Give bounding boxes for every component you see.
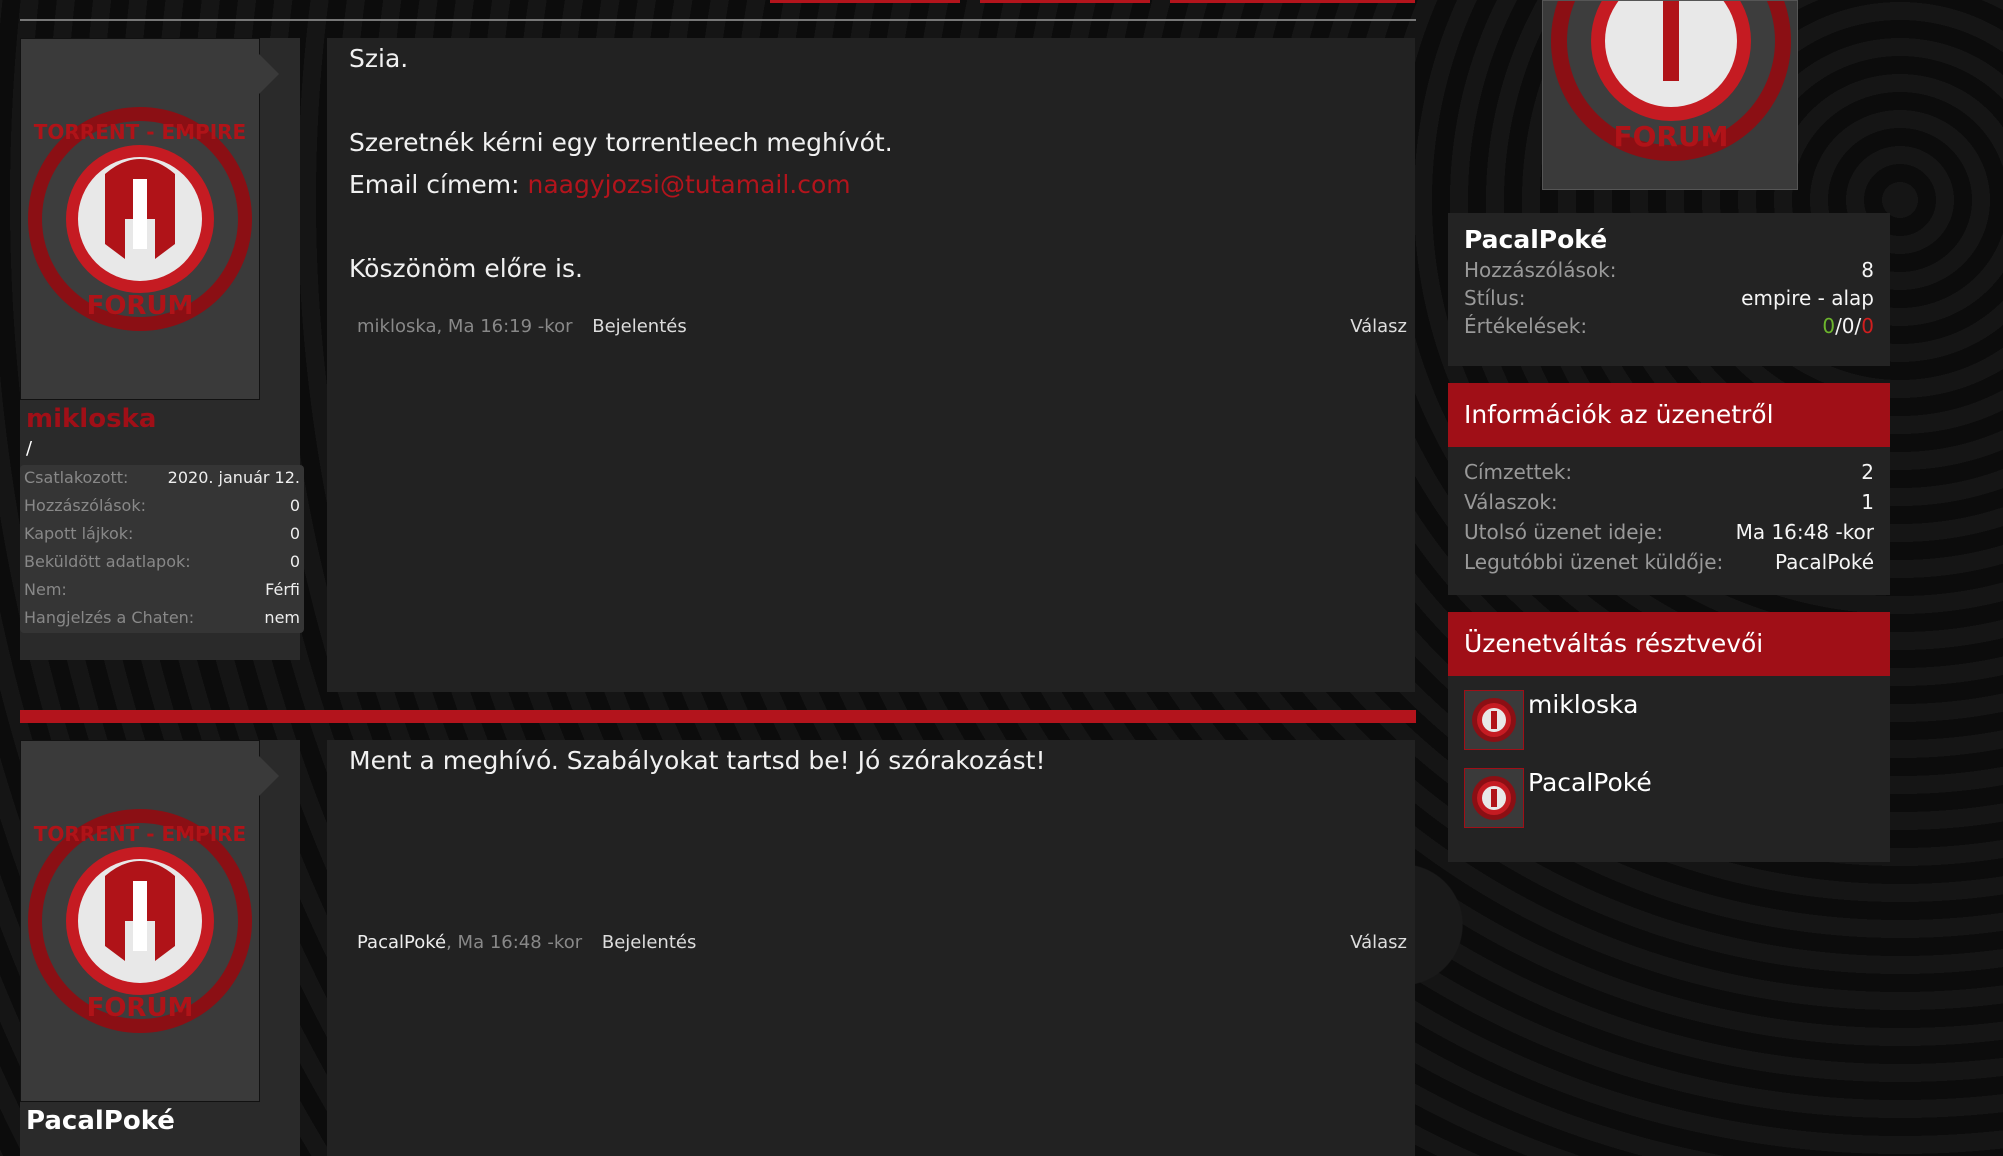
top-tab-indicator xyxy=(1170,0,1415,3)
message-info-block: Információk az üzenetről Címzettek: 2 Vál… xyxy=(1448,383,1890,595)
forum-logo-icon: TORRENT - EMPIRE FORUM xyxy=(28,107,252,331)
participants-block: Üzenetváltás résztvevői mikloska PacalPo… xyxy=(1448,612,1890,862)
post-author-name[interactable]: mikloska xyxy=(20,400,300,438)
post-footer: PacalPoké, Ma 16:48 -kor Bejelentés xyxy=(357,932,696,953)
reply-link[interactable]: Válasz xyxy=(1350,932,1407,953)
svg-text:TORRENT - EMPIRE: TORRENT - EMPIRE xyxy=(34,822,246,846)
user-title: / xyxy=(26,438,33,459)
post-separator xyxy=(20,710,1416,723)
stat-submissions: Beküldött adatlapok: 0 xyxy=(24,552,300,571)
email-link[interactable]: naagyjozsi@tutamail.com xyxy=(527,170,850,199)
svg-text:FORUM: FORUM xyxy=(1613,120,1728,153)
avatar[interactable]: TORRENT - EMPIRE FORUM xyxy=(20,740,279,1102)
profile-row-posts: Hozzászólások: 8 xyxy=(1464,258,1874,282)
forum-logo-icon: TORRENT - EMPIRE FORUM xyxy=(28,809,252,1033)
participants-heading: Üzenetváltás résztvevői xyxy=(1448,612,1890,676)
top-tab-indicator xyxy=(980,0,1150,3)
sidebar-avatar[interactable]: FORUM xyxy=(1542,0,1798,190)
stat-gender: Nem: Férfi xyxy=(24,580,300,599)
participant-avatar[interactable] xyxy=(1464,768,1524,828)
post-meta-author[interactable]: PacalPoké xyxy=(357,932,446,953)
participant-name[interactable]: mikloska xyxy=(1528,690,1638,750)
info-heading: Információk az üzenetről xyxy=(1448,383,1890,447)
participant-name[interactable]: PacalPoké xyxy=(1528,768,1652,828)
post-user-panel: TORRENT - EMPIRE FORUM PacalPoké xyxy=(20,740,300,1156)
top-tab-indicator xyxy=(770,0,960,3)
info-row-last-sender: Legutóbbi üzenet küldője: PacalPoké xyxy=(1464,550,1874,574)
post-meta: mikloska, Ma 16:19 -kor xyxy=(357,316,573,337)
info-row-replies: Válaszok: 1 xyxy=(1464,490,1874,514)
post-author-name[interactable]: PacalPoké xyxy=(20,1102,300,1140)
top-divider xyxy=(20,19,1416,21)
report-link[interactable]: Bejelentés xyxy=(592,316,687,337)
svg-text:FORUM: FORUM xyxy=(87,291,194,321)
post-user-panel: TORRENT - EMPIRE FORUM mikloska / Csatla… xyxy=(20,38,304,660)
svg-text:TORRENT - EMPIRE: TORRENT - EMPIRE xyxy=(34,120,246,144)
post-meta-time: , Ma 16:48 -kor xyxy=(446,932,583,953)
avatar[interactable]: TORRENT - EMPIRE FORUM xyxy=(20,38,279,400)
message-line: Szeretnék kérni egy torrentleech meghívó… xyxy=(349,128,893,157)
forum-logo-icon: FORUM xyxy=(1551,1,1791,161)
stat-likes: Kapott lájkok: 0 xyxy=(24,524,300,543)
report-link[interactable]: Bejelentés xyxy=(602,932,697,953)
forum-logo-icon xyxy=(1472,776,1516,820)
message-line: Köszönöm előre is. xyxy=(349,254,583,283)
participant-item[interactable]: mikloska xyxy=(1464,690,1638,750)
forum-logo-icon xyxy=(1472,698,1516,742)
svg-text:FORUM: FORUM xyxy=(87,993,194,1023)
message-line: Szia. xyxy=(349,44,409,73)
post-message: Ment a meghívó. Szabályokat tartsd be! J… xyxy=(327,740,1415,1156)
profile-row-style: Stílus: empire - alap xyxy=(1464,286,1874,310)
stat-joined: Csatlakozott: 2020. január 12. xyxy=(24,468,300,487)
participant-avatar[interactable] xyxy=(1464,690,1524,750)
reply-link[interactable]: Válasz xyxy=(1350,316,1407,337)
message-line: Email címem: naagyjozsi@tutamail.com xyxy=(349,170,851,199)
message-line: Ment a meghívó. Szabályokat tartsd be! J… xyxy=(349,746,1046,775)
profile-row-ratings: Értékelések: 0/0/0 xyxy=(1464,314,1874,338)
post-footer: mikloska, Ma 16:19 -kor Bejelentés xyxy=(357,316,687,337)
stat-posts: Hozzászólások: 0 xyxy=(24,496,300,515)
user-stats: Csatlakozott: 2020. január 12. Hozzászólá… xyxy=(20,465,304,633)
profile-block: PacalPoké Hozzászólások: 8 Stílus: empire … xyxy=(1448,213,1890,366)
profile-name[interactable]: PacalPoké xyxy=(1448,213,1890,256)
info-row-recipients: Címzettek: 2 xyxy=(1464,460,1874,484)
stat-chat-sound: Hangjelzés a Chaten: nem xyxy=(24,608,300,627)
participant-item[interactable]: PacalPoké xyxy=(1464,768,1652,828)
post-message: Szia. Szeretnék kérni egy torrentleech m… xyxy=(327,38,1415,692)
info-row-last-time: Utolsó üzenet ideje: Ma 16:48 -kor xyxy=(1464,520,1874,544)
